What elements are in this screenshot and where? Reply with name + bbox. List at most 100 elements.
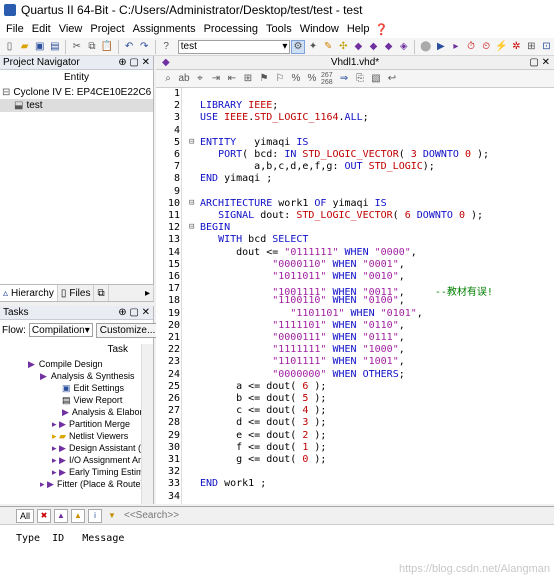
critical-warning-filter-icon[interactable]: ▲	[54, 508, 68, 523]
context-help-icon[interactable]: ?	[160, 40, 173, 54]
undo-icon[interactable]: ↶	[123, 40, 136, 54]
start-analysis-icon[interactable]: ▸	[449, 40, 462, 54]
code-line[interactable]: 10 ⊟ ARCHITECTURE work1 OF yimaqi IS	[156, 198, 554, 210]
code-line[interactable]: 26 b <= dout( 5 );	[156, 393, 554, 405]
cut-icon[interactable]: ✂	[70, 40, 83, 54]
chip-planner-icon[interactable]: ✦	[307, 40, 320, 54]
sopc-builder-icon[interactable]: ⊞	[525, 40, 538, 54]
toggle-icon[interactable]: ▧	[369, 72, 383, 86]
code-line[interactable]: 33 END work1 ;	[156, 478, 554, 490]
code-line[interactable]: 28 d <= dout( 3 );	[156, 417, 554, 429]
panel-controls-icon[interactable]: ⊕ ▢ ✕	[118, 307, 150, 318]
code-line[interactable]: 21 "0000111" WHEN "0111",	[156, 332, 554, 344]
insert-template-icon[interactable]: ⎘	[353, 72, 367, 86]
project-select[interactable]: test ▾	[177, 39, 291, 54]
warning-filter-icon[interactable]: ▲	[71, 508, 85, 523]
code-line[interactable]: 30 f <= dout( 1 );	[156, 442, 554, 454]
menu-tools[interactable]: Tools	[262, 23, 296, 35]
task-row[interactable]: ▸ ▶ Partition Merge	[0, 418, 142, 430]
task-row[interactable]: ▣ Edit Settings	[0, 382, 142, 394]
code-line[interactable]: 24 "0000000" WHEN OTHERS;	[156, 369, 554, 381]
code-line[interactable]: 1	[156, 88, 554, 100]
template-icon[interactable]: ⊞	[241, 72, 255, 86]
code-line[interactable]: 11 SIGNAL dout: STD_LOGIC_VECTOR( 6 DOWN…	[156, 210, 554, 222]
stop-icon[interactable]: ⬤	[419, 40, 432, 54]
code-line[interactable]: 3 USE IEEE.STD_LOGIC_1164.ALL;	[156, 112, 554, 124]
task-row[interactable]: ▸ ▶ Design Assistant (I	[0, 442, 142, 454]
next-bookmark-icon[interactable]: ⚐	[273, 72, 287, 86]
menu-edit[interactable]: Edit	[28, 23, 55, 35]
task-row[interactable]: ▸ ▶ Fitter (Place & Route)	[0, 478, 142, 490]
panel-controls-icon[interactable]: ▢ ✕	[529, 57, 550, 68]
search-input[interactable]: <<Search>>	[122, 509, 262, 523]
code-line[interactable]: 14 dout <= "0111111" WHEN "0000",	[156, 247, 554, 259]
copy-icon[interactable]: ⧉	[85, 40, 98, 54]
pin-planner-icon[interactable]: ✎	[322, 40, 335, 54]
entity-row-test[interactable]: ⬓ test	[0, 99, 153, 112]
signaltap-icon[interactable]: ⊡	[540, 40, 553, 54]
task-row[interactable]: ▶ Analysis & Elabora	[0, 406, 142, 418]
suppress-icon[interactable]: ▼	[105, 509, 119, 523]
tab-files[interactable]: ▯ Files	[58, 285, 95, 301]
task-row[interactable]: ▸ ▰ Netlist Viewers	[0, 430, 142, 442]
whats-this-icon[interactable]: ❓	[374, 22, 389, 36]
timequest-icon[interactable]: ⏱	[464, 40, 477, 54]
go-to-line-icon[interactable]: ⇒	[337, 72, 351, 86]
code-line[interactable]: 9	[156, 186, 554, 198]
menu-file[interactable]: File	[2, 23, 28, 35]
open-file-icon[interactable]: ▰	[18, 40, 31, 54]
compile-icon[interactable]: ◆	[352, 40, 365, 54]
filter-all-button[interactable]: All	[16, 508, 34, 523]
fold-toggle-icon[interactable]: ⊟	[189, 198, 197, 208]
menu-window[interactable]: Window	[296, 23, 343, 35]
code-line[interactable]: 12 ⊟ BEGIN	[156, 222, 554, 234]
settings-icon[interactable]: ⚙	[291, 39, 305, 54]
uncomment-icon[interactable]: %	[305, 72, 319, 86]
task-row[interactable]: ▶ Compile Design	[0, 358, 142, 370]
code-line[interactable]: 29 e <= dout( 2 );	[156, 430, 554, 442]
find-next-icon[interactable]: ⌖	[193, 72, 207, 86]
code-line[interactable]: 25 a <= dout( 6 );	[156, 381, 554, 393]
tab-hierarchy[interactable]: ▵ Hierarchy	[0, 285, 58, 301]
device-row[interactable]: ⊟ Cyclone IV E: EP4CE10E22C6	[0, 86, 153, 99]
code-line[interactable]: 31 g <= dout( 0 );	[156, 454, 554, 466]
task-row[interactable]: ▶ Analysis & Synthesis	[0, 370, 142, 382]
menu-help[interactable]: Help	[343, 23, 374, 35]
flow-select[interactable]: Compilation ▾	[28, 323, 93, 337]
tasks-scrollbar[interactable]	[141, 344, 153, 504]
code-line[interactable]: 27 c <= dout( 4 );	[156, 405, 554, 417]
save-icon[interactable]: ▣	[33, 40, 46, 54]
indent-icon[interactable]: ⇥	[209, 72, 223, 86]
assignment-editor-icon[interactable]: ✣	[337, 40, 350, 54]
customize-button[interactable]: Customize...	[95, 322, 160, 338]
menu-assignments[interactable]: Assignments	[129, 23, 200, 35]
error-filter-icon[interactable]: ✖	[37, 508, 51, 523]
menu-view[interactable]: View	[55, 23, 87, 35]
code-line[interactable]: 5 ⊟ ENTITY yimaqi IS	[156, 137, 554, 149]
code-line[interactable]: 4	[156, 125, 554, 137]
redo-icon[interactable]: ↷	[138, 40, 151, 54]
menu-project[interactable]: Project	[86, 23, 128, 35]
code-line[interactable]: 20 "1111101" WHEN "0110",	[156, 320, 554, 332]
code-line[interactable]: 13 WITH bcd SELECT	[156, 234, 554, 246]
fold-toggle-icon[interactable]: ⊟	[189, 137, 197, 147]
code-line[interactable]: 19 "1101101" WHEN "0101",	[156, 308, 554, 320]
code-line[interactable]: 2 LIBRARY IEEE;	[156, 100, 554, 112]
fitter-icon[interactable]: ◆	[382, 40, 395, 54]
word-wrap-icon[interactable]: ↩	[385, 72, 399, 86]
replace-icon[interactable]: ab	[177, 72, 191, 86]
timing-analyzer-icon[interactable]: ⏲	[480, 40, 493, 54]
code-line[interactable]: 7 a,b,c,d,e,f,g: OUT STD_LOGIC);	[156, 161, 554, 173]
task-row[interactable]: ▤ View Report	[0, 394, 142, 406]
code-line[interactable]: 8 END yimaqi ;	[156, 173, 554, 185]
fold-toggle-icon[interactable]: ⊟	[189, 222, 197, 232]
info-filter-icon[interactable]: i	[88, 508, 102, 523]
new-file-icon[interactable]: ▯	[3, 40, 16, 54]
start-compilation-icon[interactable]: ▶	[434, 40, 447, 54]
bookmark-icon[interactable]: ⚑	[257, 72, 271, 86]
code-line[interactable]: 34	[156, 491, 554, 503]
line-number-icon[interactable]: 267 268	[321, 72, 335, 86]
powerplay-icon[interactable]: ⚡	[495, 40, 508, 54]
task-row[interactable]: ▸ ▶ Early Timing Estim	[0, 466, 142, 478]
tab-design-units[interactable]: ⧉	[94, 285, 109, 301]
